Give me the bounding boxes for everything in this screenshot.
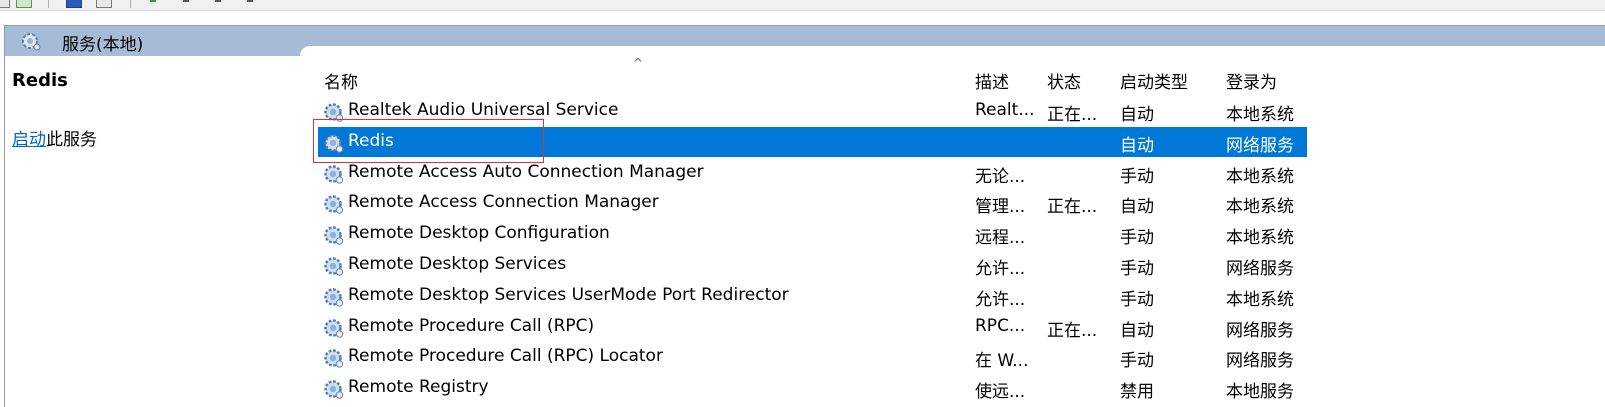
- banner-title: 服务(本地): [62, 35, 144, 55]
- service-row[interactable]: Remote Desktop Services UserMode Port Re…: [318, 281, 1307, 311]
- service-name: Remote Access Auto Connection Manager: [348, 161, 704, 182]
- service-name: Remote Desktop Services: [348, 254, 567, 274]
- selected-service-name: Redis: [12, 70, 68, 91]
- stop-icon[interactable]: [183, 0, 189, 2]
- toolbar-separator: [130, 0, 131, 8]
- service-startup-type: 手动: [1120, 351, 1154, 372]
- services-gear-icon: [22, 33, 41, 51]
- toolbar-properties-icon[interactable]: [16, 0, 32, 8]
- service-row[interactable]: Remote Access Auto Connection Manager 无论.…: [318, 158, 1307, 188]
- restart-icon[interactable]: [247, 0, 253, 2]
- service-log-on-as: 本地服务: [1226, 382, 1294, 403]
- service-gear-icon: [324, 103, 344, 122]
- service-description: 管理...: [975, 197, 1026, 218]
- service-startup-type: 手动: [1120, 289, 1154, 310]
- service-log-on-as: 本地系统: [1226, 166, 1294, 187]
- service-name: Realtek Audio Universal Service: [348, 100, 619, 120]
- service-gear-icon: [324, 380, 344, 399]
- column-header-status[interactable]: 状态: [1047, 68, 1081, 93]
- service-gear-icon: [324, 226, 344, 245]
- toolbar-button-icon[interactable]: [0, 0, 10, 8]
- service-log-on-as: 网络服务: [1226, 320, 1294, 341]
- service-name: Remote Registry: [348, 377, 489, 398]
- sort-ascending-icon: ^: [633, 56, 644, 70]
- service-row[interactable]: Remote Desktop Services 允许... 手动 网络服务: [318, 250, 1307, 280]
- service-log-on-as: 本地系统: [1226, 197, 1294, 218]
- service-name: Remote Desktop Configuration: [348, 223, 610, 244]
- play-icon[interactable]: [150, 0, 156, 2]
- column-header-log-on-as[interactable]: 登录为: [1226, 68, 1277, 93]
- content-area: [300, 46, 1605, 60]
- service-startup-type: 自动: [1120, 320, 1154, 341]
- service-row[interactable]: Remote Registry 使远... 禁用 本地服务: [318, 373, 1307, 403]
- column-header-startup-type[interactable]: 启动类型: [1120, 68, 1188, 93]
- service-row[interactable]: Remote Access Connection Manager 管理... 正在.…: [318, 188, 1307, 218]
- service-log-on-as: 本地系统: [1226, 228, 1294, 249]
- start-service-suffix: 此服务: [46, 130, 97, 150]
- service-startup-type: 手动: [1120, 259, 1154, 279]
- service-row[interactable]: Remote Desktop Configuration 远程... 手动 本地系统: [318, 219, 1307, 249]
- service-gear-icon: [324, 257, 344, 276]
- service-name: Remote Procedure Call (RPC): [348, 315, 595, 336]
- toolbar-separator: [48, 0, 49, 8]
- service-row[interactable]: Remote Procedure Call (RPC) Locator 在 W..…: [318, 342, 1307, 372]
- service-row[interactable]: Redis 自动 网络服务: [318, 126, 1307, 157]
- service-gear-icon: [324, 318, 344, 338]
- service-description: 允许...: [975, 259, 1026, 279]
- service-description: 远程...: [975, 228, 1026, 249]
- service-description: 在 W...: [975, 351, 1029, 372]
- banner-tab: 服务(本地): [5, 26, 305, 56]
- service-row[interactable]: Realtek Audio Universal Service Realt... 正…: [318, 96, 1307, 126]
- service-log-on-as: 本地系统: [1226, 105, 1294, 125]
- pause-icon[interactable]: [215, 0, 221, 2]
- service-startup-type: 禁用: [1120, 382, 1154, 403]
- service-startup-type: 自动: [1120, 105, 1154, 125]
- service-log-on-as: 网络服务: [1226, 259, 1294, 279]
- service-status: 正在...: [1047, 197, 1098, 218]
- service-startup-type: 自动: [1120, 197, 1154, 218]
- description-pane: Redis 启动此服务: [5, 60, 300, 406]
- toolbar: [0, 0, 1605, 11]
- service-log-on-as: 网络服务: [1226, 351, 1294, 372]
- toolbar-help-icon[interactable]: [66, 0, 82, 8]
- service-log-on-as: 网络服务: [1226, 135, 1294, 156]
- service-status: 正在...: [1047, 105, 1098, 125]
- column-header-name[interactable]: 名称: [324, 68, 358, 93]
- service-status: 正在...: [1047, 320, 1098, 341]
- service-description: 无论...: [975, 166, 1026, 187]
- service-name: Redis: [348, 130, 394, 151]
- service-startup-type: 手动: [1120, 228, 1154, 249]
- service-description: 使远...: [975, 382, 1026, 403]
- service-action: 启动此服务: [12, 125, 97, 150]
- service-gear-icon: [324, 164, 344, 184]
- start-service-link[interactable]: 启动: [12, 130, 46, 150]
- service-row[interactable]: Remote Procedure Call (RPC) RPC... 正在... 自动…: [318, 312, 1307, 342]
- column-header-description[interactable]: 描述: [975, 68, 1009, 93]
- service-startup-type: 自动: [1120, 135, 1154, 156]
- service-gear-icon: [324, 349, 344, 369]
- service-name: Remote Procedure Call (RPC) Locator: [348, 346, 663, 367]
- service-gear-icon: [324, 134, 344, 153]
- service-name: Remote Access Connection Manager: [348, 192, 659, 213]
- service-name: Remote Desktop Services UserMode Port Re…: [348, 284, 789, 305]
- service-description: Realt...: [975, 100, 1035, 120]
- service-description: 允许...: [975, 289, 1026, 310]
- service-log-on-as: 本地系统: [1226, 289, 1294, 310]
- toolbar-view-icon[interactable]: [96, 0, 112, 8]
- service-description: RPC...: [975, 315, 1026, 336]
- service-gear-icon: [324, 288, 344, 307]
- service-gear-icon: [324, 195, 344, 215]
- service-startup-type: 手动: [1120, 166, 1154, 187]
